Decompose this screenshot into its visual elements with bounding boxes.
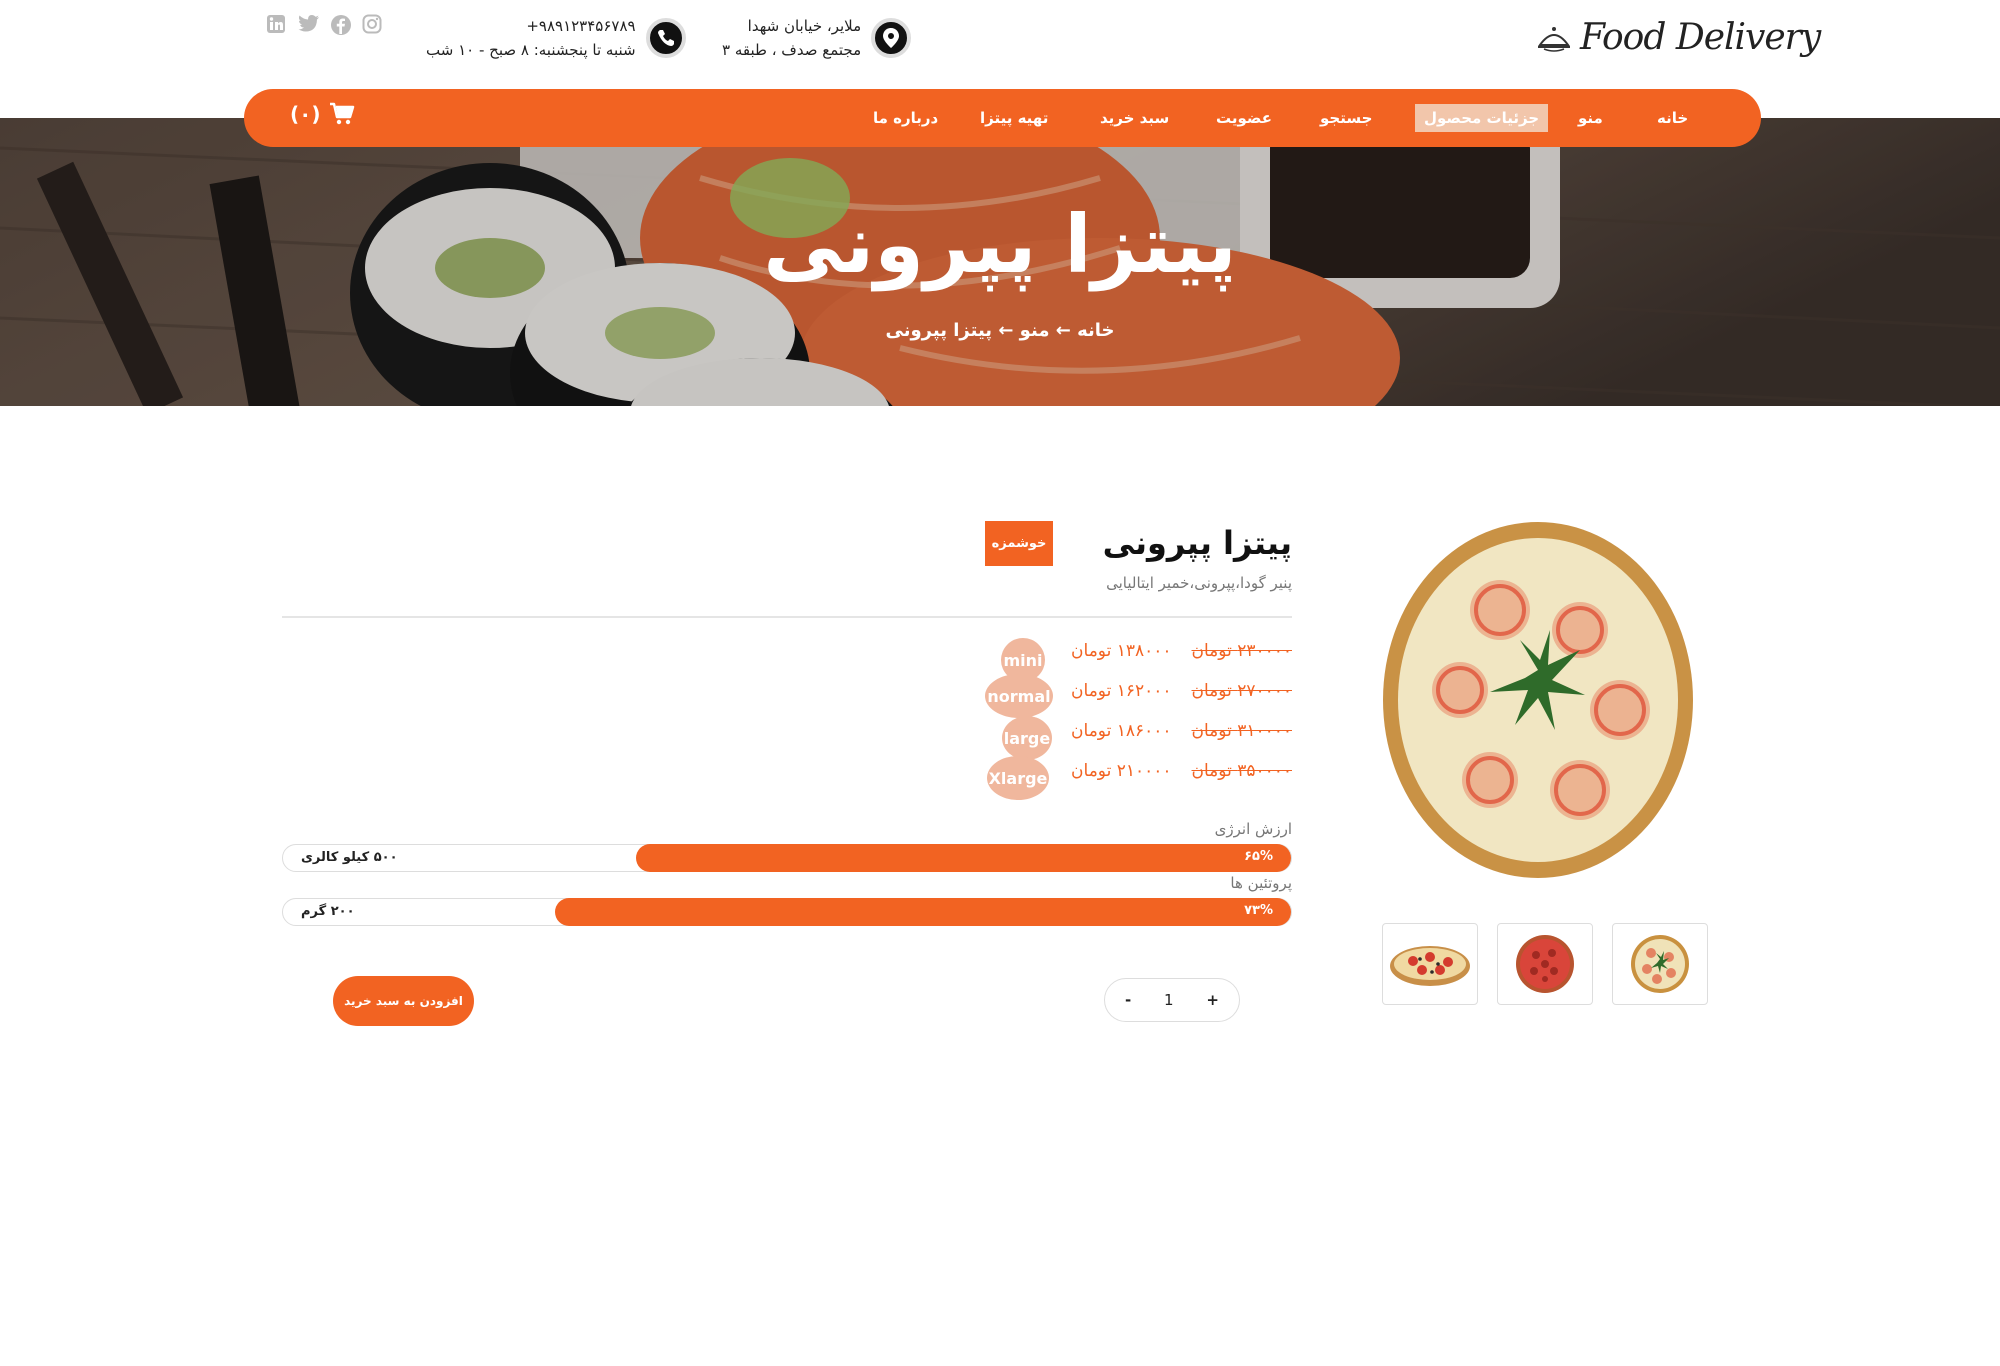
old-price: ۳۵۰۰۰۰ تومان [1191,761,1292,781]
old-price: ۲۳۰۰۰۰ تومان [1191,641,1292,661]
phone-number[interactable]: +۹۸۹۱۲۳۴۵۶۷۸۹ [426,14,635,38]
pizza-thumbnail-image [1390,946,1470,986]
hero-banner: پیتزا پپرونی خانه ← منو ← پیتزا پپرونی [0,118,2000,406]
main-nav: خانه منو جزئیات محصول جستجو عضویت سبد خر… [244,89,1761,147]
phone-icon [645,18,686,58]
breadcrumb[interactable]: خانه ← منو ← پیتزا پپرونی [0,320,2000,341]
new-price: ۲۱۰۰۰۰ تومان [1071,761,1172,781]
pizza-thumbnail-image [1516,935,1574,993]
opening-hours: شنبه تا پنجشنبه: ۸ صبح - ۱۰ شب [426,41,636,59]
new-price: ۱۳۸۰۰۰ تومان [1071,641,1172,661]
energy-value: ۵۰۰ کیلو کالری [301,850,398,865]
add-to-cart-button[interactable]: افزودن به سبد خرید [333,976,474,1026]
nav-home[interactable]: خانه [1648,104,1697,132]
size-badge-normal[interactable]: normal [985,674,1053,718]
energy-percent: ۶۵% [1244,849,1273,864]
twitter-icon[interactable] [298,14,319,34]
quantity-value[interactable]: 1 [1164,991,1174,1009]
old-price: ۲۷۰۰۰۰ تومان [1191,681,1292,701]
energy-progress-bar: ۶۵% ۵۰۰ کیلو کالری [282,844,1292,872]
size-badge-large[interactable]: large [1002,716,1052,760]
product-ingredients: پنیر گودا،پپرونی،خمیر ایتالیایی [1106,574,1292,592]
header-cart[interactable]: (۰) [290,102,355,126]
cloche-icon [1538,27,1570,52]
new-price: ۱۶۲۰۰۰ تومان [1071,681,1172,701]
address-line-1: ملایر، خیابان شهدا [747,17,862,35]
product-thumbnail-3[interactable] [1382,923,1478,1005]
brand-logo[interactable]: Food Delivery [1536,12,1821,62]
energy-bar-fill: ۶۵% [635,844,1291,872]
nav-search[interactable]: جستجو [1311,104,1381,132]
nav-cart[interactable]: سبد خرید [1091,104,1178,132]
linkedin-icon[interactable] [266,14,286,34]
product-title: پیتزا پپرونی [1102,524,1292,562]
instagram-icon[interactable] [362,14,382,34]
social-links [266,14,382,35]
protein-bar-fill: ۷۳% [555,898,1291,926]
product-thumbnail-1[interactable] [1612,923,1708,1005]
new-price: ۱۸۶۰۰۰ تومان [1071,721,1172,741]
price-row-xlarge: ۳۵۰۰۰۰ تومان ۲۱۰۰۰۰ تومان [1071,761,1292,781]
nav-about[interactable]: درباره ما [864,104,947,132]
nav-make-pizza[interactable]: تهیه پیتزا [971,104,1057,132]
price-row-large: ۳۱۰۰۰۰ تومان ۱۸۶۰۰۰ تومان [1071,721,1292,741]
divider [282,616,1292,618]
old-price: ۳۱۰۰۰۰ تومان [1191,721,1292,741]
cart-icon [329,102,354,125]
price-row-normal: ۲۷۰۰۰۰ تومان ۱۶۲۰۰۰ تومان [1071,681,1292,701]
location-pin-icon [871,18,912,58]
brand-name: Food Delivery [1580,16,1821,58]
nav-signup[interactable]: عضویت [1207,104,1281,132]
address-block: ملایر، خیابان شهدا مجتمع صدف ، طبقه ۳ [722,14,912,62]
product-thumbnail-2[interactable] [1497,923,1593,1005]
product-tag-badge: خوشمزه [985,521,1053,566]
pizza-thumbnail-image [1631,935,1689,993]
protein-label: پروتئین ها [1230,874,1292,892]
price-row-mini: ۲۳۰۰۰۰ تومان ۱۳۸۰۰۰ تومان [1071,641,1292,661]
hero-title: پیتزا پپرونی [763,198,1237,291]
protein-progress-bar: ۷۳% ۲۰۰ گرم [282,898,1292,926]
decrement-button[interactable]: - [1125,991,1131,1009]
increment-button[interactable]: + [1206,991,1219,1009]
protein-percent: ۷۳% [1244,903,1273,918]
energy-label: ارزش انرژی [1214,820,1292,838]
protein-value: ۲۰۰ گرم [301,904,355,919]
size-badge-xlarge[interactable]: Xlarge [987,756,1049,800]
facebook-icon[interactable] [330,14,351,35]
product-main-image [1383,522,1693,878]
top-bar: Food Delivery ملایر، خیابان شهدا مجتمع ص… [0,0,2000,90]
address-line-2: مجتمع صدف ، طبقه ۳ [722,41,862,59]
quantity-stepper: - 1 + [1104,978,1240,1022]
nav-product-details[interactable]: جزئیات محصول [1415,104,1549,132]
cart-count: (۰) [290,102,321,126]
nav-menu[interactable]: منو [1569,104,1612,132]
phone-block: +۹۸۹۱۲۳۴۵۶۷۸۹ شنبه تا پنجشنبه: ۸ صبح - ۱… [426,14,686,62]
